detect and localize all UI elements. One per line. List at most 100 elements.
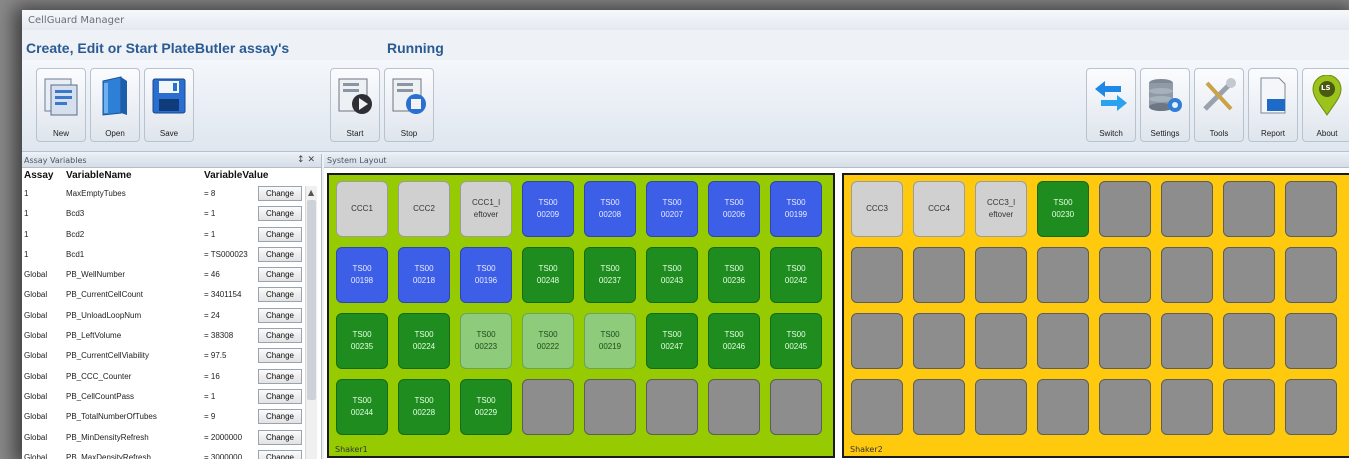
tube-slot[interactable]: TS00 00248 <box>522 247 574 303</box>
variable-name: PB_CellCountPass <box>66 391 135 401</box>
empty-tube-slot[interactable] <box>1099 247 1151 303</box>
empty-tube-slot[interactable] <box>913 247 965 303</box>
change-button[interactable]: Change <box>258 287 302 303</box>
change-button[interactable]: Change <box>258 449 302 459</box>
tube-slot[interactable]: TS00 00243 <box>646 247 698 303</box>
tube-slot[interactable]: CCC2 <box>398 181 450 237</box>
tube-slot[interactable]: TS00 00236 <box>708 247 760 303</box>
variable-row: Global PB_CCC_Counter = 16 Change <box>22 367 321 387</box>
tube-slot[interactable]: TS00 00224 <box>398 313 450 369</box>
stop-button[interactable]: Stop <box>384 68 434 142</box>
empty-tube-slot[interactable] <box>1223 181 1275 237</box>
empty-tube-slot[interactable] <box>646 379 698 435</box>
tube-slot[interactable]: TS00 00222 <box>522 313 574 369</box>
empty-tube-slot[interactable] <box>1285 313 1337 369</box>
tube-slot[interactable]: TS00 00228 <box>398 379 450 435</box>
tube-slot[interactable]: TS00 00208 <box>584 181 636 237</box>
tube-slot[interactable]: TS00 00247 <box>646 313 698 369</box>
empty-tube-slot[interactable] <box>975 379 1027 435</box>
empty-tube-slot[interactable] <box>851 313 903 369</box>
variable-value: = 16 <box>204 371 220 381</box>
variable-value: = 3401154 <box>204 290 242 300</box>
empty-tube-slot[interactable] <box>1099 379 1151 435</box>
tube-slot[interactable]: TS00 00219 <box>584 313 636 369</box>
switch-button[interactable]: Switch <box>1086 68 1136 142</box>
tube-slot[interactable]: TS00 00196 <box>460 247 512 303</box>
empty-tube-slot[interactable] <box>1037 247 1089 303</box>
change-button[interactable]: Change <box>258 348 302 364</box>
empty-tube-slot[interactable] <box>1223 247 1275 303</box>
tube-slot[interactable]: TS00 00237 <box>584 247 636 303</box>
scroll-up-icon[interactable]: ▲ <box>308 188 314 197</box>
tube-slot[interactable]: TS00 00206 <box>708 181 760 237</box>
tube-slot[interactable]: TS00 00209 <box>522 181 574 237</box>
empty-tube-slot[interactable] <box>1223 379 1275 435</box>
tube-slot[interactable]: TS00 00223 <box>460 313 512 369</box>
empty-tube-slot[interactable] <box>1161 247 1213 303</box>
empty-tube-slot[interactable] <box>913 313 965 369</box>
tube-label: CCC1 <box>351 204 373 213</box>
new-button[interactable]: New <box>36 68 86 142</box>
empty-tube-slot[interactable] <box>584 379 636 435</box>
change-button[interactable]: Change <box>258 267 302 283</box>
change-button[interactable]: Change <box>258 186 302 201</box>
change-button[interactable]: Change <box>258 429 302 445</box>
empty-tube-slot[interactable] <box>1037 379 1089 435</box>
empty-tube-slot[interactable] <box>708 379 760 435</box>
open-button[interactable]: Open <box>90 68 140 142</box>
change-button[interactable]: Change <box>258 388 302 404</box>
change-button[interactable]: Change <box>258 328 302 344</box>
empty-tube-slot[interactable] <box>1223 313 1275 369</box>
settings-button[interactable]: Settings <box>1140 68 1190 142</box>
report-button[interactable]: Report <box>1248 68 1298 142</box>
empty-tube-slot[interactable] <box>975 247 1027 303</box>
empty-tube-slot[interactable] <box>1099 181 1151 237</box>
change-button[interactable]: Change <box>258 206 302 222</box>
empty-tube-slot[interactable] <box>1285 379 1337 435</box>
change-button[interactable]: Change <box>258 409 302 425</box>
about-button[interactable]: LS About <box>1302 68 1349 142</box>
tube-slot[interactable]: TS00 00246 <box>708 313 760 369</box>
tube-slot[interactable]: TS00 00245 <box>770 313 822 369</box>
tube-label: TS00 00228 <box>412 396 436 417</box>
tube-slot[interactable]: CCC1_l eftover <box>460 181 512 237</box>
tube-slot[interactable]: TS00 00218 <box>398 247 450 303</box>
empty-tube-slot[interactable] <box>1285 181 1337 237</box>
start-button[interactable]: Start <box>330 68 380 142</box>
empty-tube-slot[interactable] <box>1285 247 1337 303</box>
empty-tube-slot[interactable] <box>975 313 1027 369</box>
tube-slot[interactable]: TS00 00199 <box>770 181 822 237</box>
empty-tube-slot[interactable] <box>1037 313 1089 369</box>
empty-tube-slot[interactable] <box>1099 313 1151 369</box>
tube-slot[interactable]: CCC3 <box>851 181 903 237</box>
change-button[interactable]: Change <box>258 246 302 262</box>
variable-name: Bcd1 <box>66 249 85 259</box>
tube-slot[interactable]: CCC4 <box>913 181 965 237</box>
tube-slot[interactable]: TS00 00207 <box>646 181 698 237</box>
save-button-label: Save <box>159 129 179 138</box>
change-button[interactable]: Change <box>258 368 302 384</box>
empty-tube-slot[interactable] <box>913 379 965 435</box>
save-button[interactable]: Save <box>144 68 194 142</box>
change-button[interactable]: Change <box>258 307 302 323</box>
empty-tube-slot[interactable] <box>851 379 903 435</box>
empty-tube-slot[interactable] <box>1161 181 1213 237</box>
scroll-thumb[interactable] <box>307 200 316 400</box>
empty-tube-slot[interactable] <box>1161 379 1213 435</box>
tube-slot[interactable]: TS00 00229 <box>460 379 512 435</box>
tools-button[interactable]: Tools <box>1194 68 1244 142</box>
panel-pin-close-icon[interactable]: ↕ ✕ <box>297 155 315 165</box>
empty-tube-slot[interactable] <box>522 379 574 435</box>
variables-scrollbar[interactable]: ▲ <box>305 186 317 459</box>
tube-slot[interactable]: CCC3_l eftover <box>975 181 1027 237</box>
empty-tube-slot[interactable] <box>770 379 822 435</box>
tube-slot[interactable]: TS00 00235 <box>336 313 388 369</box>
empty-tube-slot[interactable] <box>851 247 903 303</box>
tube-slot[interactable]: TS00 00244 <box>336 379 388 435</box>
tube-slot[interactable]: CCC1 <box>336 181 388 237</box>
tube-slot[interactable]: TS00 00242 <box>770 247 822 303</box>
change-button[interactable]: Change <box>258 226 302 242</box>
tube-slot[interactable]: TS00 00230 <box>1037 181 1089 237</box>
tube-slot[interactable]: TS00 00198 <box>336 247 388 303</box>
empty-tube-slot[interactable] <box>1161 313 1213 369</box>
